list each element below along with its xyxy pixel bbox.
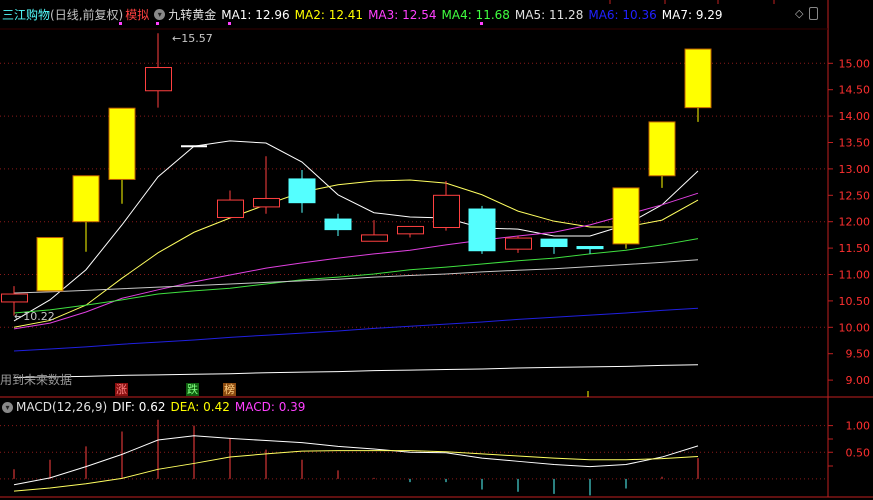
- candle-body: [505, 237, 532, 250]
- candle-body: [1, 293, 28, 303]
- y-tick-label: 14.50: [839, 84, 871, 97]
- y-tick-label: 13.50: [839, 137, 871, 150]
- candle-body: [684, 48, 712, 109]
- chevron-down-icon[interactable]: ▾: [154, 9, 166, 20]
- header-icons: ◇: [795, 7, 819, 20]
- candle-body: [648, 121, 676, 177]
- ma7-value: MA7: 9.29: [661, 7, 723, 22]
- macd-name[interactable]: MACD(12,26,9): [16, 400, 107, 414]
- y-tick-label: 10.50: [839, 295, 871, 308]
- stock-name[interactable]: 三江购物: [2, 6, 50, 23]
- period-label[interactable]: (日线,前复权): [50, 6, 123, 23]
- tag-rank[interactable]: 榜: [223, 383, 236, 396]
- candle-body: [217, 199, 244, 218]
- panel-toggle-icon[interactable]: [809, 7, 819, 20]
- candle-body: [36, 237, 64, 292]
- candle-body: [288, 178, 316, 204]
- chart-header: 三江购物 (日线,前复权) 模拟 ▾ 九转黄金 MA1: 12.96 MA2: …: [2, 6, 728, 23]
- candle-body: [576, 246, 604, 250]
- candle-body: [540, 238, 568, 248]
- macd-line-dif: [13, 435, 699, 486]
- low-price-label: ←10.22: [14, 310, 55, 323]
- ma2-value: MA2: 12.41: [294, 7, 364, 22]
- macd-header: ▾ MACD(12,26,9) DIF: 0.62 DEA: 0.42 MACD…: [2, 400, 310, 414]
- y-tick-label: 9.50: [846, 348, 871, 361]
- dif-value: DIF: 0.62: [112, 400, 166, 414]
- ma-line-ma4: [13, 238, 699, 314]
- candle-body: [397, 225, 424, 235]
- ma-line-ma5: [13, 259, 699, 294]
- high-price-label: ←15.57: [172, 32, 213, 45]
- tag-fall[interactable]: 跌: [186, 383, 199, 396]
- y-tick-label: 11.50: [839, 242, 871, 255]
- ma1-value: MA1: 12.96: [221, 7, 290, 22]
- macd-y-tick-label: 0.50: [846, 446, 871, 459]
- chevron-down-icon[interactable]: ▾: [2, 401, 13, 413]
- candle-body: [72, 175, 100, 223]
- y-tick-label: 11.00: [839, 269, 871, 282]
- ma-line-ma3: [13, 192, 699, 330]
- kline-chart[interactable]: 15.00 14.50 14.00 13.50 13.00 12.50 12.00 11.50…: [0, 0, 873, 500]
- dea-value: DEA: 0.42: [170, 400, 230, 414]
- candle-body: [145, 67, 172, 92]
- ma6-value: MA6: 10.36: [588, 7, 657, 22]
- y-tick-label: 12.00: [839, 216, 871, 229]
- y-tick-label: 9.00: [846, 374, 871, 387]
- indicator-name[interactable]: 九转黄金: [168, 6, 216, 23]
- mode-label[interactable]: 模拟: [125, 6, 149, 23]
- candle-body: [253, 197, 280, 208]
- ma5-value: MA5: 11.28: [514, 7, 584, 22]
- diamond-icon[interactable]: ◇: [795, 7, 803, 20]
- tag-rise[interactable]: 涨: [115, 383, 128, 396]
- macd-y-tick-label: 1.00: [846, 420, 871, 433]
- y-tick-label: 14.00: [839, 110, 871, 123]
- future-data-warning: 用到未来数据: [0, 373, 73, 387]
- ma-line-ma7: [13, 364, 699, 378]
- candle-body: [468, 208, 496, 252]
- y-tick-label: 10.00: [839, 321, 871, 334]
- y-tick-label: 15.00: [839, 57, 871, 70]
- ma4-value: MA4: 11.68: [441, 7, 510, 22]
- candle-body: [361, 234, 388, 242]
- candle-body: [324, 218, 352, 231]
- candle-body: [108, 107, 136, 180]
- candle-body: [612, 187, 640, 245]
- y-tick-label: 13.00: [839, 163, 871, 176]
- ma3-value: MA3: 12.54: [368, 7, 437, 22]
- macd-value: MACD: 0.39: [234, 400, 306, 414]
- ma-line-ma6: [13, 307, 699, 352]
- candle-body: [433, 194, 460, 229]
- y-tick-label: 12.50: [839, 189, 871, 202]
